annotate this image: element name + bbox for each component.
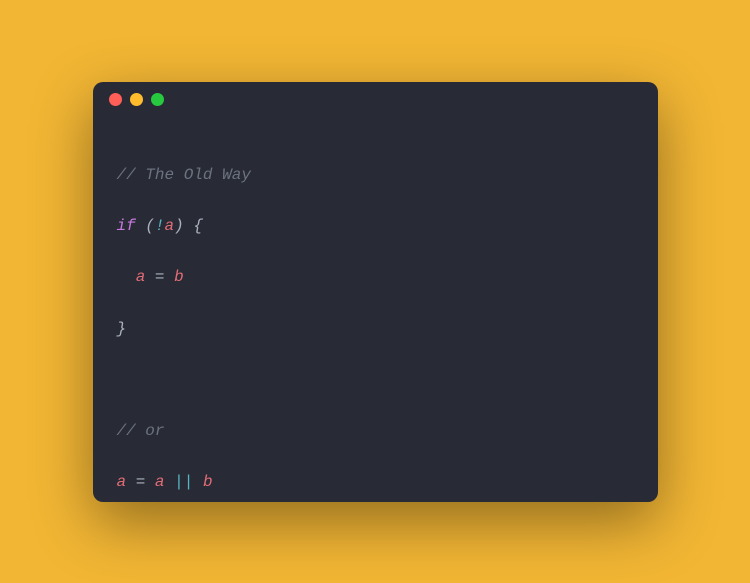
paren-open: ( [136, 217, 155, 235]
operator-assign: = [126, 473, 155, 491]
operator-or: || [165, 473, 203, 491]
variable-a: a [136, 268, 146, 286]
comment-or: // or [117, 422, 165, 440]
code-window: // The Old Way if (!a) { a = b } // or a… [93, 82, 658, 502]
variable-a: a [155, 473, 165, 491]
operator-not: ! [155, 217, 165, 235]
paren-close-brace: ) { [174, 217, 203, 235]
maximize-icon[interactable] [151, 93, 164, 106]
variable-a: a [165, 217, 175, 235]
variable-b: b [203, 473, 213, 491]
variable-b: b [174, 268, 184, 286]
code-editor: // The Old Way if (!a) { a = b } // or a… [93, 118, 658, 502]
close-icon[interactable] [109, 93, 122, 106]
variable-a: a [117, 473, 127, 491]
operator-assign: = [145, 268, 174, 286]
comment-old-way: // The Old Way [117, 166, 251, 184]
minimize-icon[interactable] [130, 93, 143, 106]
brace-close: } [117, 320, 127, 338]
window-titlebar [93, 82, 658, 118]
keyword-if: if [117, 217, 136, 235]
indent [117, 268, 136, 286]
